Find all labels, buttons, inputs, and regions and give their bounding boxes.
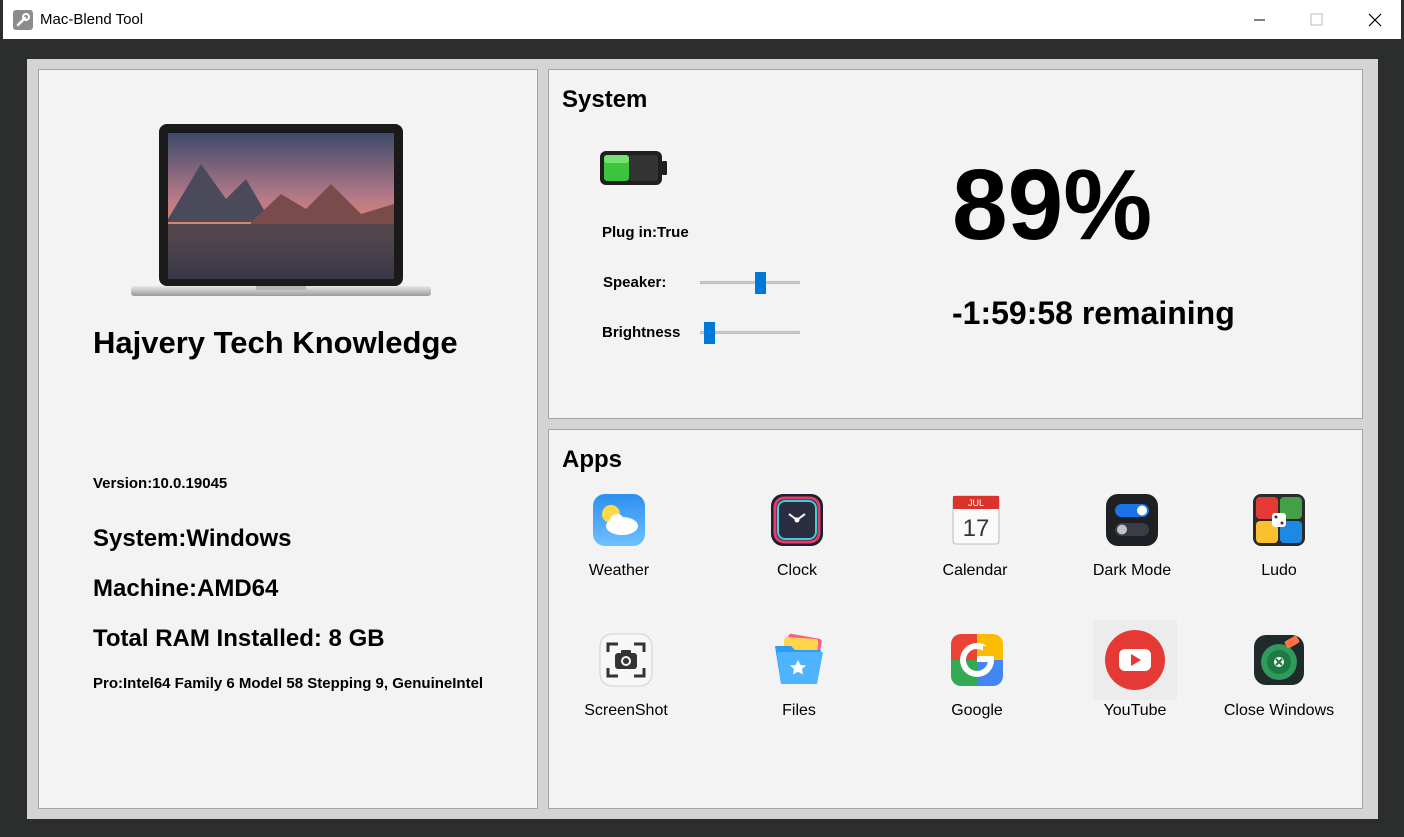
- apps-panel: Apps Weather Clock JUL 17 Calendar Dark …: [548, 429, 1363, 809]
- app-label: Weather: [588, 562, 650, 579]
- screenshot-icon: [598, 632, 654, 688]
- app-files[interactable]: Files: [739, 632, 859, 742]
- app-weather[interactable]: Weather: [559, 492, 679, 602]
- processor-text: Pro:Intel64 Family 6 Model 58 Stepping 9…: [93, 675, 484, 692]
- speaker-label: Speaker:: [603, 274, 667, 291]
- brightness-slider-thumb[interactable]: [704, 322, 715, 344]
- app-google[interactable]: Google: [917, 632, 1037, 742]
- version-text: Version:10.0.19045: [93, 475, 228, 492]
- battery-remaining: -1:59:58 remaining: [952, 295, 1235, 331]
- dark-mode-icon: [1104, 492, 1160, 548]
- speaker-slider-thumb[interactable]: [755, 272, 766, 294]
- close-icon: [1368, 13, 1382, 27]
- app-label: Files: [782, 702, 816, 719]
- brand-heading: Hajvery Tech Knowledge: [93, 325, 458, 360]
- maximize-button[interactable]: [1286, 0, 1344, 39]
- weather-icon: [591, 492, 647, 548]
- calendar-day: 17: [963, 515, 990, 542]
- battery-icon: [599, 148, 669, 193]
- battery-percent: 89%: [952, 149, 1153, 261]
- window-title: Mac-Blend Tool: [40, 11, 144, 28]
- clock-icon: [769, 492, 825, 548]
- app-label: YouTube: [1103, 702, 1167, 719]
- app-youtube[interactable]: YouTube: [1075, 620, 1195, 742]
- app-calendar[interactable]: JUL 17 Calendar: [915, 492, 1035, 602]
- close-windows-icon: [1251, 632, 1307, 688]
- app-label: Google: [951, 702, 1003, 719]
- app-label: Clock: [776, 562, 817, 579]
- ludo-icon: [1251, 492, 1307, 548]
- maximize-icon: [1310, 13, 1323, 26]
- brightness-label: Brightness: [602, 324, 681, 341]
- app-label: Dark Mode: [1092, 562, 1172, 579]
- files-icon: [771, 632, 827, 688]
- app-label: Ludo: [1261, 562, 1297, 579]
- app-screenshot[interactable]: ScreenShot: [566, 632, 686, 742]
- app-ludo[interactable]: Ludo: [1219, 492, 1339, 602]
- system-title: System: [562, 86, 648, 113]
- ram-text: Total RAM Installed: 8 GB: [93, 625, 385, 652]
- app-clock[interactable]: Clock: [737, 492, 857, 602]
- apps-title: Apps: [562, 446, 622, 473]
- calendar-icon: JUL 17: [947, 492, 1003, 548]
- wrench-icon: [13, 10, 33, 30]
- title-bar: Mac-Blend Tool: [3, 0, 1401, 39]
- device-info-panel: Hajvery Tech Knowledge Version:10.0.1904…: [38, 69, 538, 809]
- brightness-slider-track: [700, 331, 800, 334]
- app-dark-mode[interactable]: Dark Mode: [1072, 492, 1192, 602]
- plug-in-status: Plug in:True: [602, 224, 689, 241]
- close-button[interactable]: [1344, 0, 1402, 39]
- calendar-month: JUL: [968, 498, 984, 508]
- minimize-button[interactable]: [1230, 0, 1288, 39]
- speaker-slider[interactable]: [700, 272, 800, 294]
- youtube-icon: [1093, 620, 1177, 700]
- app-label: ScreenShot: [584, 702, 668, 719]
- app-close-windows[interactable]: Close Windows: [1219, 632, 1339, 742]
- speaker-slider-track: [700, 281, 800, 284]
- system-text: System:Windows: [93, 525, 292, 552]
- google-icon: [949, 632, 1005, 688]
- brightness-slider[interactable]: [700, 322, 800, 344]
- app-label: Close Windows: [1223, 702, 1335, 719]
- system-panel: System Plug in:True Speaker: Brightness …: [548, 69, 1363, 419]
- machine-text: Machine:AMD64: [93, 575, 279, 602]
- laptop-image: [131, 124, 431, 305]
- minimize-icon: [1254, 19, 1265, 21]
- app-label: Calendar: [942, 562, 1008, 579]
